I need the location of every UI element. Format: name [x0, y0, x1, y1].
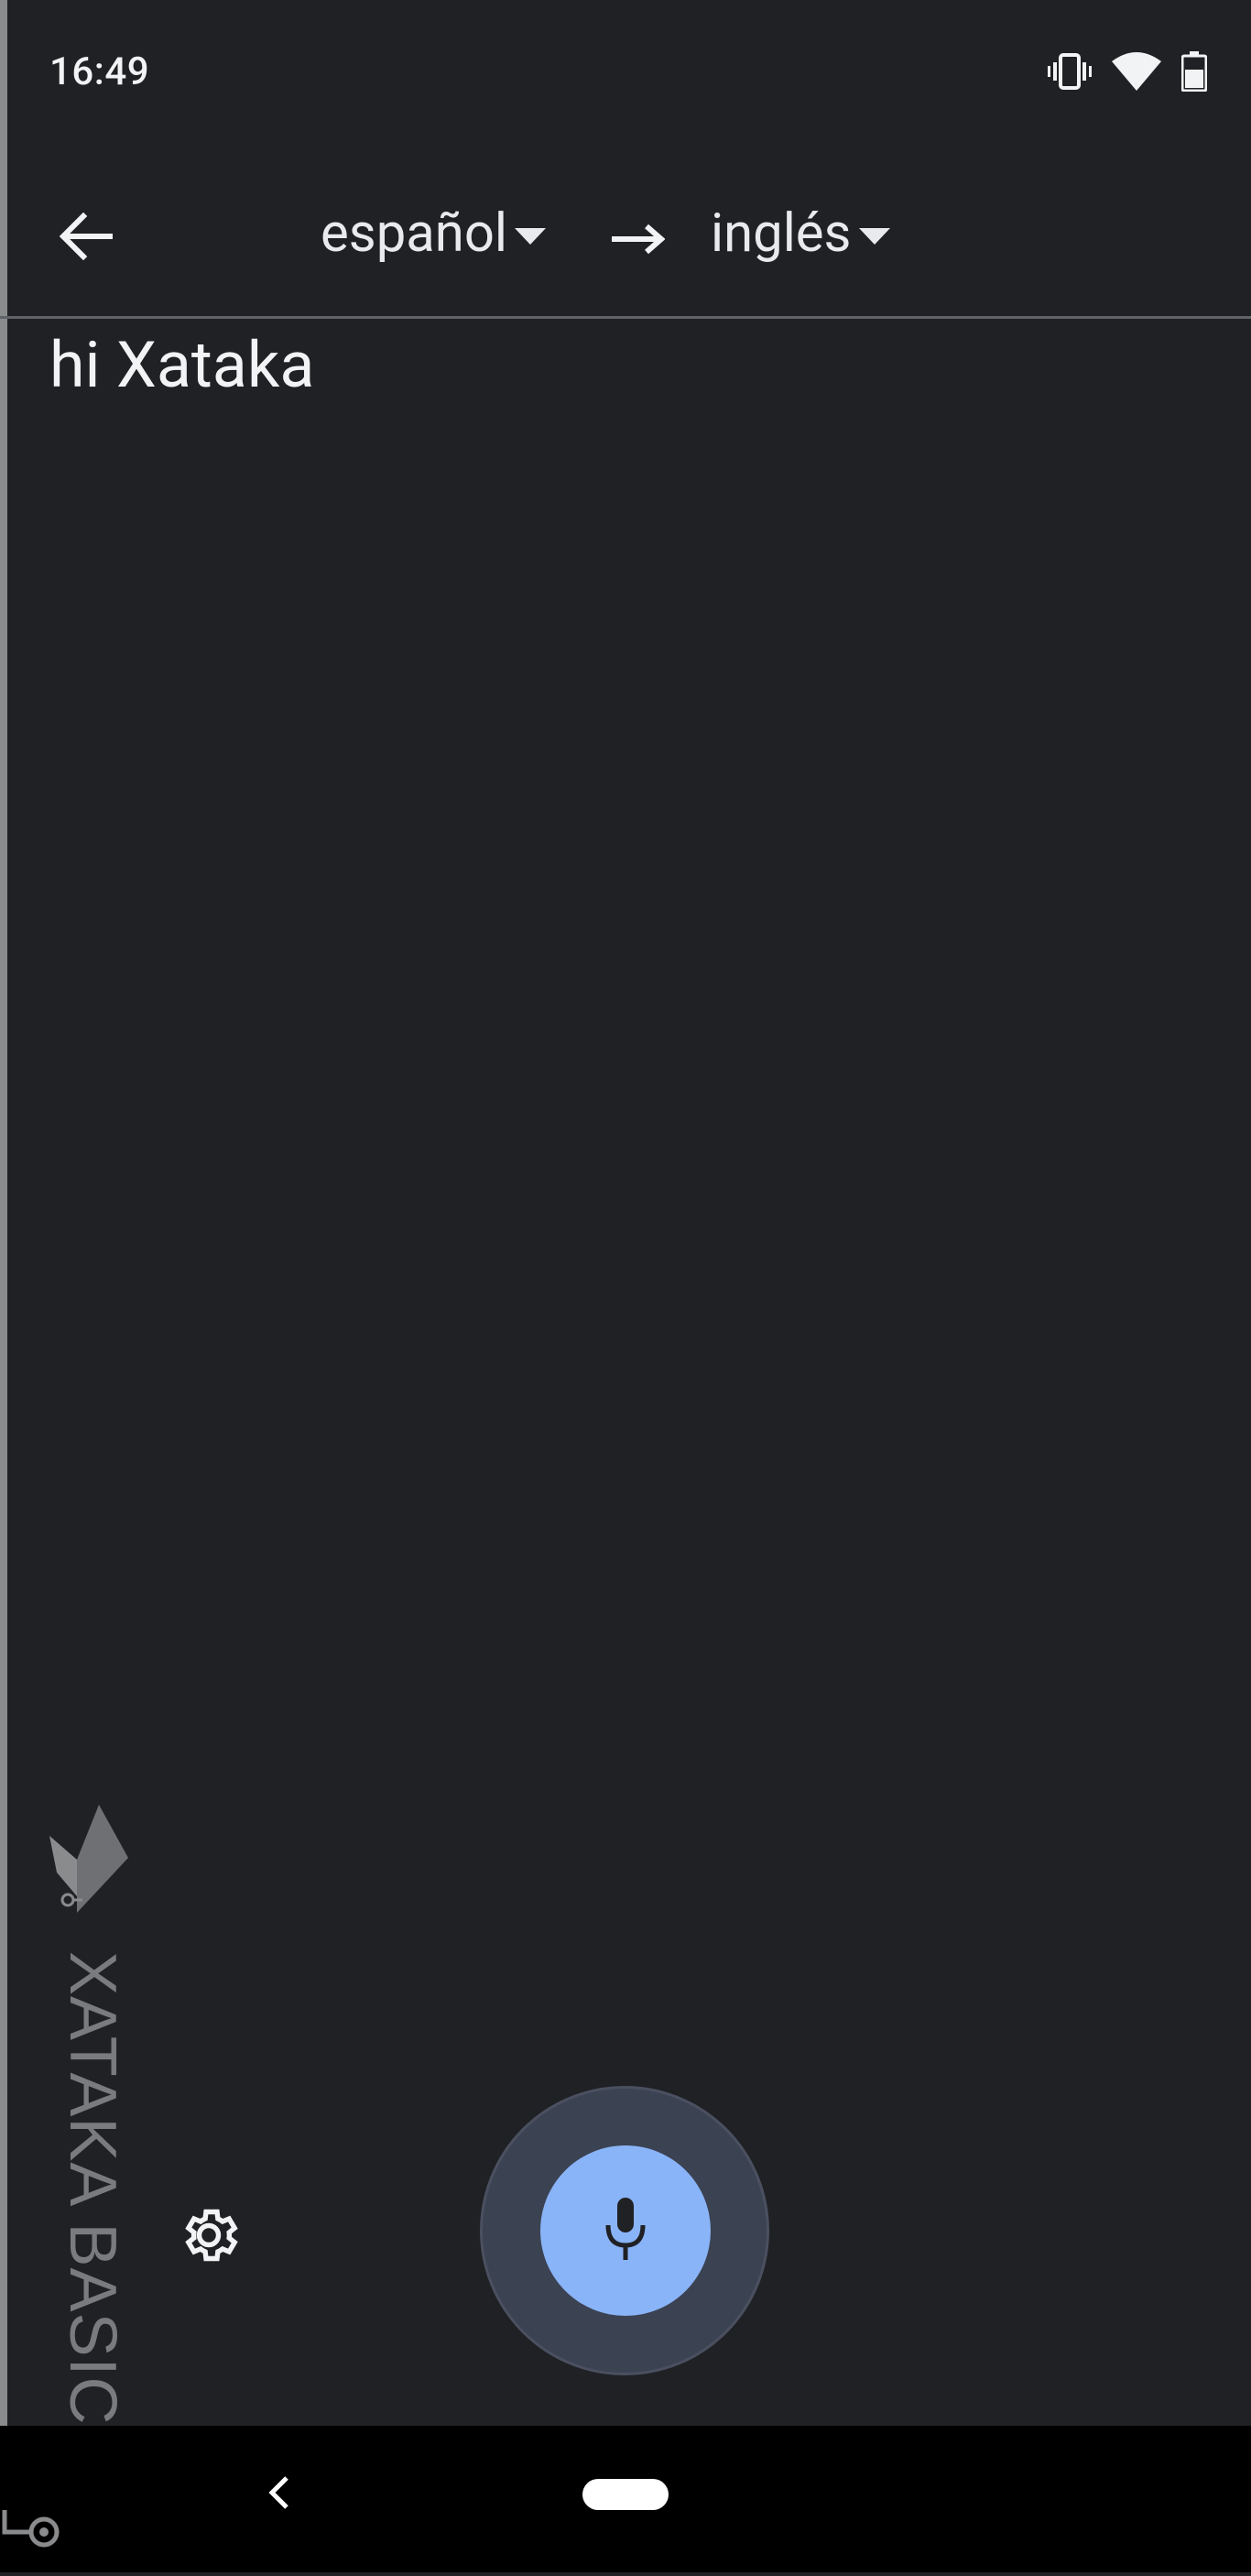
source-language-label: español: [321, 202, 508, 265]
brand-corner-mark: [0, 2510, 64, 2576]
vibrate-icon: [1048, 53, 1092, 93]
settings-button[interactable]: [170, 2199, 247, 2276]
watermark-text: XATAKA BASICS: [56, 1951, 129, 2471]
microphone-icon: [601, 2196, 650, 2265]
brand-line: [0, 0, 7, 2528]
nav-back-button[interactable]: [247, 2462, 311, 2527]
microphone-button[interactable]: [540, 2145, 711, 2316]
wifi-icon: [1112, 52, 1161, 94]
caret-down-icon: [515, 228, 547, 245]
target-language-label: inglés: [711, 202, 852, 265]
home-pill-button[interactable]: [582, 2479, 669, 2510]
xataka-logo: [49, 1805, 128, 1918]
transcription-text: hi Xataka: [49, 328, 315, 403]
arrow-right-icon: [610, 221, 666, 261]
back-button[interactable]: [46, 199, 125, 278]
source-language-selector[interactable]: español: [321, 202, 547, 265]
status-bar: 16:49: [0, 0, 1251, 151]
caret-down-icon: [858, 228, 890, 245]
target-language-selector[interactable]: inglés: [711, 202, 890, 265]
status-icons: [1048, 51, 1208, 95]
language-toolbar: español inglés: [0, 151, 1251, 319]
arrow-left-icon: [58, 212, 114, 264]
battery-icon: [1180, 51, 1208, 95]
system-navigation-bar: [0, 2426, 1251, 2572]
chevron-left-icon: [267, 2474, 292, 2515]
status-time: 16:49: [49, 49, 150, 94]
gear-icon: [176, 2202, 242, 2272]
